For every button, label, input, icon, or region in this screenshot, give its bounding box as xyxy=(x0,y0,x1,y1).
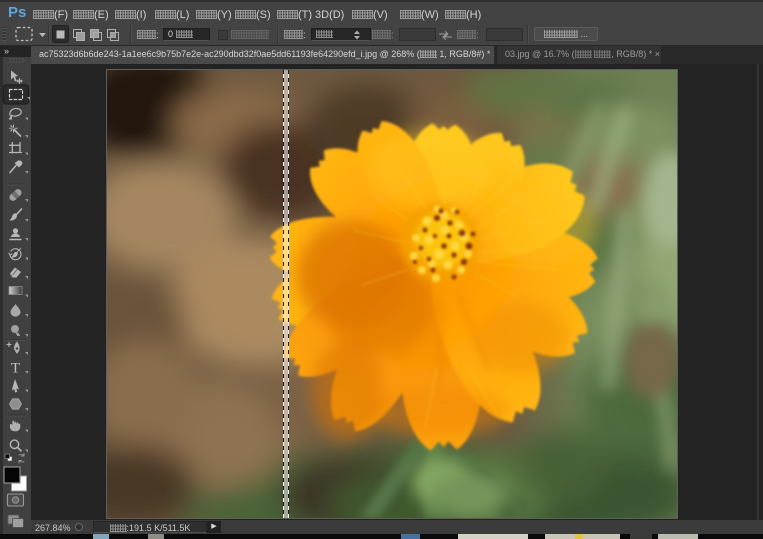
svg-text:T: T xyxy=(11,361,20,377)
